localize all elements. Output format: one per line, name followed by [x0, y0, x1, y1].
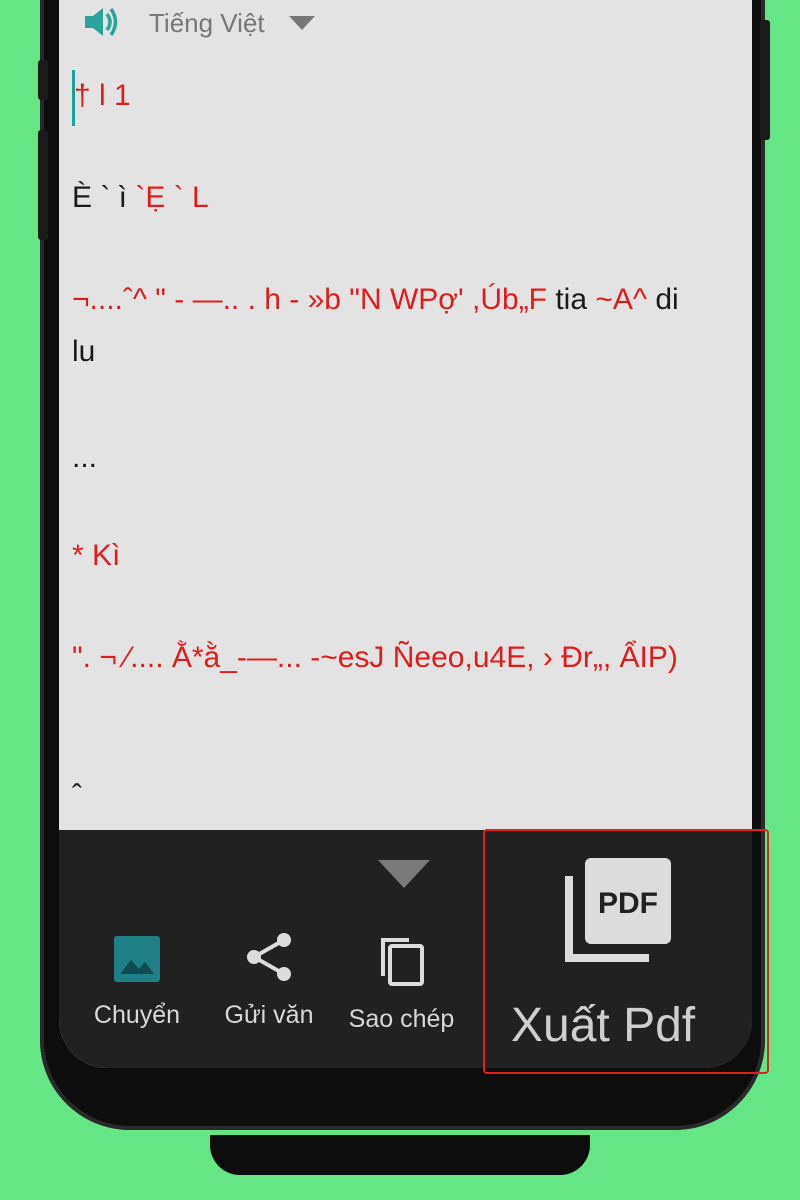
text-line: È ` ì `Ẹ ` L [72, 181, 209, 214]
text-line: † l 1 [74, 79, 131, 112]
text-line: ... [72, 441, 98, 474]
text-line: * Kì [72, 539, 121, 572]
speaker-icon[interactable] [81, 4, 121, 40]
collapse-arrow-icon[interactable] [378, 860, 430, 888]
phone-side-button [38, 60, 48, 100]
share-icon [247, 933, 291, 981]
convert-label: Chuyển [93, 1001, 181, 1029]
convert-button[interactable]: Chuyển [87, 930, 187, 1030]
app-screen: Tiếng Việt † l 1 È ` ì `Ẹ ` L ¬....ˆ^ " … [59, 0, 752, 1068]
top-toolbar: Tiếng Việt [59, 0, 752, 48]
image-icon [114, 936, 160, 982]
text-line: ". ¬ ⁄.... Ằ*ằ_-—... -~esJ Ñeeo,u4E, › Đ… [72, 641, 678, 674]
triangle-down-icon[interactable] [289, 16, 315, 30]
send-text-label: Gửi văn [224, 1001, 314, 1029]
pdf-icon: PDF [565, 858, 671, 962]
phone-power-button [760, 20, 770, 140]
language-selector[interactable]: Tiếng Việt [149, 8, 265, 39]
text-line: ¬....ˆ^ " - —.. . h - »b "N WPợ' ,Úb„F t… [72, 283, 679, 316]
phone-bottom-edge [210, 1135, 590, 1175]
text-line: lu [72, 335, 96, 368]
export-pdf-button[interactable]: PDF Xuất Pdf [483, 830, 752, 1068]
phone-side-button [38, 130, 48, 240]
copy-button[interactable]: Sao chép [344, 930, 459, 1034]
copy-label: Sao chép [348, 1005, 455, 1033]
export-pdf-label: Xuất Pdf [511, 999, 696, 1052]
bottom-action-panel: Chuyển Gửi văn Sao chép PDF Xuất Pdf [59, 830, 752, 1068]
text-line: ˆ [72, 779, 82, 812]
send-text-button[interactable]: Gửi văn [219, 930, 319, 1030]
svg-text:PDF: PDF [598, 887, 658, 920]
copy-icon [380, 938, 424, 986]
